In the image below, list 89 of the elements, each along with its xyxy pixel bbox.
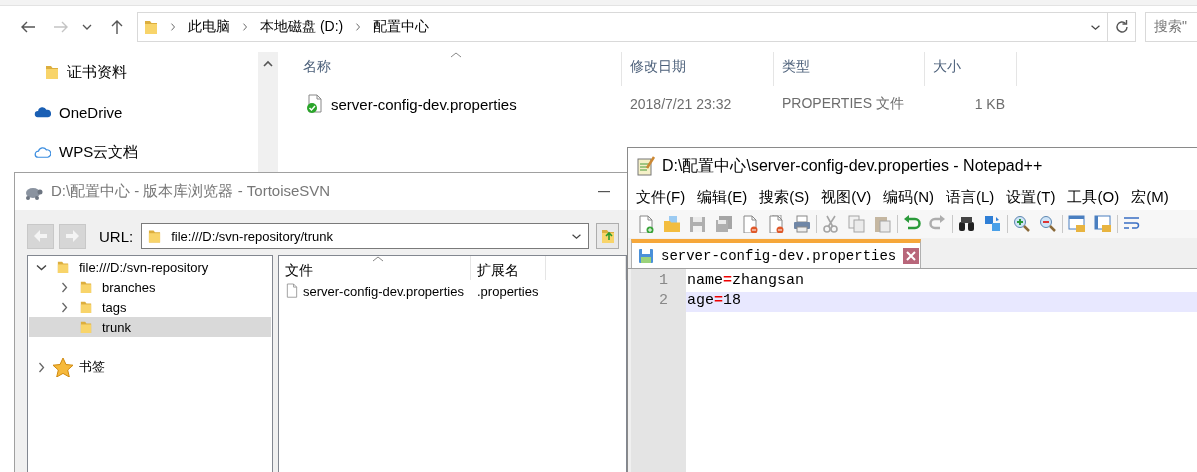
menu-item[interactable]: 文件(F) bbox=[631, 187, 691, 207]
expand-chevron-icon[interactable] bbox=[59, 301, 70, 313]
tree-item[interactable]: trunk bbox=[102, 319, 131, 335]
chevron-right-icon bbox=[170, 22, 176, 32]
folder-icon bbox=[80, 279, 92, 295]
folder-icon bbox=[57, 259, 69, 275]
tree-item[interactable]: branches bbox=[102, 279, 156, 295]
sort-caret-icon[interactable] bbox=[450, 52, 462, 58]
menu-item[interactable]: 编辑(E) bbox=[692, 187, 753, 207]
refresh-button[interactable] bbox=[1108, 12, 1136, 42]
file-name[interactable]: server-config-dev.properties bbox=[331, 95, 517, 113]
close-icon[interactable] bbox=[903, 247, 920, 264]
menu-item[interactable]: 设置(T) bbox=[1001, 187, 1061, 207]
column-header[interactable]: 大小 bbox=[933, 58, 961, 74]
column-header[interactable]: 文件 bbox=[285, 262, 313, 278]
notepad-icon bbox=[636, 156, 656, 176]
file-check-icon bbox=[305, 94, 325, 114]
repository-tree[interactable]: file:///D:/svn-repository branches tags trunk 书签 bbox=[27, 255, 273, 472]
chevron-right-icon bbox=[242, 22, 248, 32]
cloud-icon bbox=[33, 105, 51, 119]
dropdown-icon[interactable] bbox=[1090, 23, 1101, 31]
dropdown-icon[interactable] bbox=[82, 23, 93, 31]
tree-item[interactable]: file:///D:/svn-repository bbox=[79, 259, 209, 275]
expand-chevron-icon[interactable] bbox=[36, 361, 47, 373]
tree-item[interactable]: 书签 bbox=[79, 358, 105, 376]
new-file-icon[interactable] bbox=[637, 215, 655, 233]
window-title: D:\配置中心 - 版本库浏览器 - TortoiseSVN bbox=[51, 182, 331, 201]
parent-folder-button[interactable] bbox=[596, 223, 620, 249]
url-label: URL: bbox=[99, 227, 134, 245]
table-cell-text: .properties bbox=[476, 283, 540, 299]
close-all-icon[interactable] bbox=[767, 215, 785, 233]
text-editor[interactable]: name=zhangsan age=18 bbox=[686, 269, 1197, 472]
print-icon[interactable] bbox=[793, 215, 811, 233]
sidebar-item[interactable]: WPS云文档 bbox=[59, 142, 139, 162]
folder-icon bbox=[80, 299, 92, 315]
breadcrumb-item[interactable]: 配置中心 bbox=[373, 18, 430, 36]
menu-item[interactable]: 编码(N) bbox=[878, 187, 939, 207]
chevron-right-icon bbox=[355, 22, 362, 32]
expand-chevron-icon[interactable] bbox=[59, 281, 70, 293]
minimize-icon[interactable] bbox=[598, 190, 610, 193]
column-header[interactable]: 修改日期 bbox=[630, 58, 686, 74]
column-header[interactable]: 扩展名 bbox=[477, 262, 519, 278]
window-title: D:\配置中心\server-config-dev.properties - Notepad++ bbox=[662, 155, 1043, 176]
zoom-in-icon[interactable] bbox=[1013, 215, 1031, 233]
file-name[interactable]: server-config-dev.properties bbox=[303, 283, 464, 299]
column-header[interactable]: 类型 bbox=[782, 58, 810, 74]
close-file-icon[interactable] bbox=[741, 215, 759, 233]
menu-item[interactable]: 视图(V) bbox=[816, 187, 877, 207]
line-number: 1 bbox=[658, 272, 669, 291]
folder-icon bbox=[148, 228, 162, 244]
refresh-icon bbox=[1113, 19, 1130, 35]
zoom-out-icon[interactable] bbox=[1039, 215, 1057, 233]
table-cell-text: 2018/7/21 23:32 bbox=[629, 96, 733, 112]
menu-item[interactable]: 宏(M) bbox=[1126, 187, 1174, 207]
table-cell-text: 1 KB bbox=[973, 96, 1006, 112]
code-line: name=zhangsan bbox=[686, 272, 806, 291]
sidebar-item[interactable]: 证书资料 bbox=[67, 62, 127, 82]
binoculars-icon[interactable] bbox=[958, 215, 976, 233]
editor-tab[interactable]: server-config-dev.properties bbox=[631, 239, 922, 268]
folder-icon bbox=[45, 64, 59, 80]
address-bar[interactable]: 此电脑 本地磁盘 (D:) 配置中心 bbox=[137, 12, 1108, 42]
folder-icon bbox=[80, 319, 92, 335]
file-icon bbox=[285, 282, 299, 300]
line-number: 2 bbox=[658, 292, 669, 311]
window-lock-icon[interactable] bbox=[1068, 215, 1086, 233]
sort-caret-icon[interactable] bbox=[371, 256, 384, 262]
breadcrumb-item[interactable]: 此电脑 bbox=[188, 18, 230, 36]
replace-icon[interactable] bbox=[984, 215, 1002, 233]
dropdown-icon[interactable] bbox=[571, 232, 583, 240]
table-cell-text: PROPERTIES 文件 bbox=[781, 95, 905, 113]
search-field[interactable]: 搜索" bbox=[1145, 12, 1197, 42]
folder-up-icon bbox=[599, 228, 616, 244]
cloud-icon bbox=[33, 145, 51, 159]
menu-item[interactable]: 搜索(S) bbox=[754, 187, 815, 207]
tree-item[interactable]: tags bbox=[102, 299, 127, 315]
menu-item[interactable]: 工具(O) bbox=[1062, 187, 1125, 207]
window-lock-icon[interactable] bbox=[1094, 215, 1112, 233]
scroll-up-icon[interactable] bbox=[263, 60, 273, 67]
url-combobox[interactable]: file:///D:/svn-repository/trunk bbox=[141, 223, 590, 249]
back-icon[interactable] bbox=[19, 19, 36, 35]
file-list[interactable]: 文件 扩展名 server-config-dev.properties .properties bbox=[278, 255, 627, 472]
column-header[interactable]: 名称 bbox=[303, 58, 331, 74]
breadcrumb-item[interactable]: 本地磁盘 (D:) bbox=[260, 18, 344, 36]
star-icon bbox=[52, 357, 74, 377]
save-icon bbox=[638, 247, 654, 264]
menu-item[interactable]: 语言(L) bbox=[941, 187, 1000, 207]
folder-icon bbox=[144, 19, 158, 35]
sidebar-item[interactable]: OneDrive bbox=[59, 103, 123, 121]
scrollbar[interactable] bbox=[258, 52, 278, 172]
